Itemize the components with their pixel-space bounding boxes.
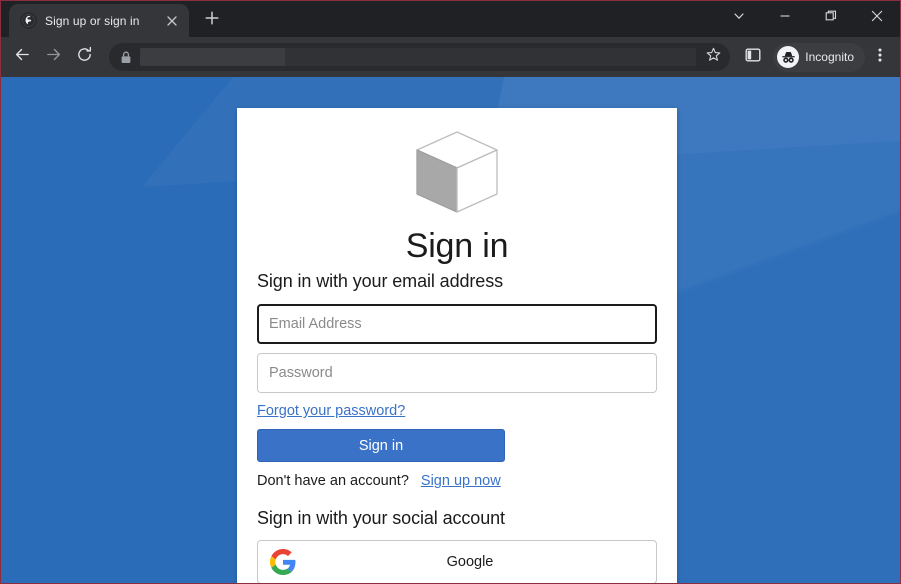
minimize-icon bbox=[779, 9, 791, 27]
email-section-heading: Sign in with your email address bbox=[257, 271, 504, 292]
page-title: Sign in bbox=[405, 227, 509, 265]
bookmark-button[interactable] bbox=[700, 44, 726, 70]
back-button[interactable] bbox=[8, 43, 37, 72]
plus-icon bbox=[205, 10, 219, 30]
browser-menu-button[interactable] bbox=[867, 42, 893, 72]
url-text[interactable] bbox=[140, 48, 697, 66]
side-panel-button[interactable] bbox=[738, 42, 768, 72]
browser-window: Sign up or sign in Incognito Sign in Sig… bbox=[0, 0, 901, 584]
minimize-button[interactable] bbox=[762, 1, 808, 34]
maximize-button[interactable] bbox=[808, 1, 854, 34]
forward-button[interactable] bbox=[39, 43, 68, 72]
email-field[interactable] bbox=[257, 304, 657, 345]
window-controls bbox=[716, 1, 900, 34]
chevron-down-icon bbox=[733, 9, 745, 27]
signup-prompt-row: Don't have an account? Sign up now bbox=[257, 473, 657, 489]
side-panel-icon bbox=[745, 47, 761, 68]
browser-tab[interactable]: Sign up or sign in bbox=[9, 4, 189, 37]
browser-toolbar: Incognito bbox=[1, 37, 900, 77]
tab-strip: Sign up or sign in bbox=[1, 1, 900, 37]
sign-up-now-link[interactable]: Sign up now bbox=[421, 473, 501, 489]
password-field[interactable] bbox=[257, 353, 657, 394]
star-icon bbox=[706, 47, 721, 67]
incognito-avatar-icon bbox=[777, 46, 800, 68]
profile-label: Incognito bbox=[805, 50, 854, 64]
reload-button[interactable] bbox=[70, 43, 99, 72]
profile-chip-incognito[interactable]: Incognito bbox=[773, 42, 865, 72]
google-g-icon bbox=[270, 549, 296, 576]
tab-search-button[interactable] bbox=[716, 1, 762, 34]
social-section-heading: Sign in with your social account bbox=[257, 508, 505, 529]
maximize-restore-icon bbox=[825, 9, 837, 27]
google-sign-in-button[interactable]: Google bbox=[257, 540, 657, 583]
tab-title: Sign up or sign in bbox=[45, 13, 140, 28]
address-bar[interactable] bbox=[109, 43, 731, 71]
forward-arrow-icon bbox=[45, 46, 62, 68]
no-account-text: Don't have an account? bbox=[257, 473, 409, 490]
three-dot-menu-icon bbox=[878, 47, 882, 68]
window-close-button[interactable] bbox=[854, 1, 900, 34]
reload-icon bbox=[76, 46, 93, 68]
back-arrow-icon bbox=[14, 46, 31, 68]
new-tab-button[interactable] bbox=[198, 6, 226, 34]
forgot-password-link[interactable]: Forgot your password? bbox=[257, 403, 405, 419]
page-viewport: Sign in Sign in with your email address … bbox=[1, 77, 900, 583]
google-button-label: Google bbox=[446, 554, 494, 571]
close-icon bbox=[871, 9, 883, 27]
cube-logo-icon bbox=[411, 128, 503, 221]
sign-in-button[interactable]: Sign in bbox=[257, 429, 505, 463]
logo-container bbox=[257, 128, 657, 221]
globe-favicon-icon bbox=[20, 12, 37, 29]
sign-in-card: Sign in Sign in with your email address … bbox=[237, 108, 677, 583]
lock-icon[interactable] bbox=[119, 51, 133, 64]
close-icon[interactable] bbox=[163, 12, 181, 30]
